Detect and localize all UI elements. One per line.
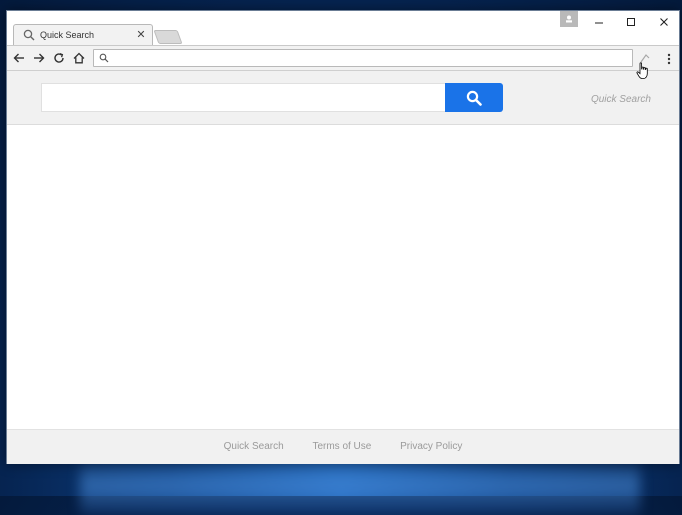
minimize-button[interactable]: [589, 11, 609, 33]
close-window-button[interactable]: [654, 11, 674, 33]
footer-link-terms[interactable]: Terms of Use: [312, 441, 371, 452]
forward-button[interactable]: [31, 50, 47, 66]
new-tab-button[interactable]: [153, 30, 183, 44]
arrow-right-icon: [34, 53, 45, 63]
reload-icon: [54, 52, 64, 63]
minimize-icon: [595, 22, 603, 24]
browser-tab[interactable]: Quick Search ✕: [13, 24, 153, 45]
address-input[interactable]: [114, 51, 628, 67]
search-input[interactable]: [41, 83, 445, 112]
page-footer: Quick Search Terms of Use Privacy Policy: [7, 429, 679, 464]
page-header: Quick Search: [7, 71, 679, 125]
profile-button[interactable]: [560, 11, 578, 27]
tab-strip: Quick Search ✕: [7, 11, 679, 45]
maximize-icon: [627, 18, 635, 26]
footer-links: Quick Search Terms of Use Privacy Policy: [7, 441, 679, 452]
brand-name: Quick Search: [590, 94, 651, 105]
footer-link-privacy[interactable]: Privacy Policy: [400, 441, 462, 452]
search-icon: [99, 53, 109, 63]
reload-button[interactable]: [51, 50, 67, 66]
desktop-background-glow: [80, 455, 640, 515]
user-icon: [566, 15, 572, 23]
tab-close-button[interactable]: ✕: [134, 29, 148, 41]
home-icon: [73, 52, 85, 64]
address-bar[interactable]: [93, 49, 633, 67]
search-icon: [466, 90, 482, 106]
close-icon: [660, 18, 668, 26]
tab-title: Quick Search: [40, 30, 95, 40]
arrow-left-icon: [13, 53, 24, 63]
home-button[interactable]: [71, 50, 87, 66]
search-button[interactable]: [445, 83, 503, 112]
browser-window: Quick Search ✕ Quick Search Quick Search…: [6, 10, 680, 464]
browser-menu-button[interactable]: [664, 50, 674, 68]
back-button[interactable]: [11, 50, 27, 66]
maximize-button[interactable]: [621, 11, 641, 33]
footer-link-quick-search[interactable]: Quick Search: [224, 441, 284, 452]
kebab-menu-icon: [667, 53, 671, 65]
search-icon: [23, 29, 35, 41]
browser-toolbar: [7, 45, 679, 71]
hand-cursor-icon: [636, 62, 648, 79]
